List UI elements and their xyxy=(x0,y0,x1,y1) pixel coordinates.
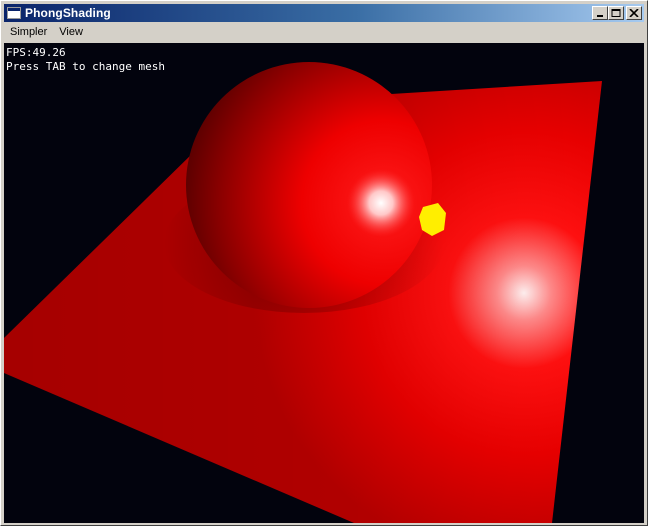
maximize-button[interactable] xyxy=(608,6,624,20)
render-viewport[interactable]: FPS:49.26 Press TAB to change mesh xyxy=(4,43,644,523)
minimize-icon xyxy=(597,15,603,17)
sphere-specular-highlight xyxy=(347,169,415,237)
app-window-icon[interactable] xyxy=(7,7,21,19)
close-icon xyxy=(629,9,639,17)
menu-simpler[interactable]: Simpler xyxy=(4,23,53,42)
app-window: PhongShading Simpler View FPS:49.26 Pres… xyxy=(0,0,648,526)
menu-view[interactable]: View xyxy=(53,23,89,42)
title-bar[interactable]: PhongShading xyxy=(4,4,644,22)
maximize-icon xyxy=(611,9,621,17)
mesh-hint: Press TAB to change mesh xyxy=(6,60,165,73)
fps-counter: FPS:49.26 xyxy=(6,46,66,59)
close-button[interactable] xyxy=(626,6,642,20)
window-controls xyxy=(592,6,642,20)
minimize-button[interactable] xyxy=(592,6,608,20)
window-title: PhongShading xyxy=(25,6,111,20)
phong-scene xyxy=(4,62,602,523)
menu-bar: Simpler View xyxy=(4,23,644,42)
